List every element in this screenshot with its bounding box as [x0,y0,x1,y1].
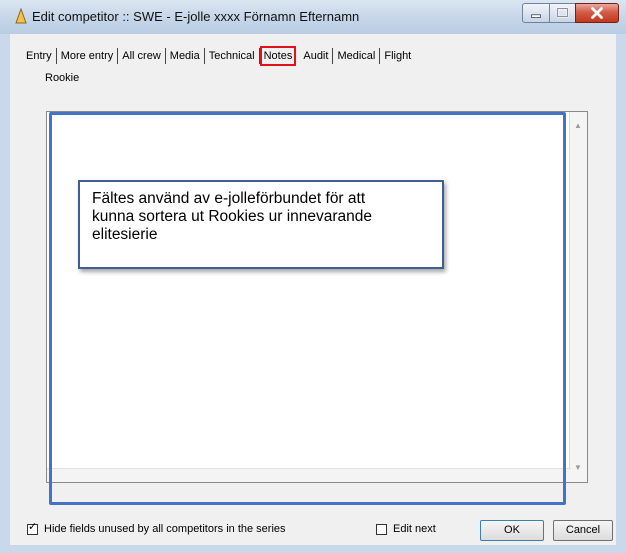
edit-competitor-window: Edit competitor :: SWE - E-jolle xxxx Fö… [0,0,626,553]
tab-medical[interactable]: Medical [333,48,381,64]
ok-button[interactable]: OK [480,520,544,541]
window-frame-bottom [0,545,626,553]
hide-fields-checkbox[interactable]: ✓ [27,521,38,535]
tab-flight[interactable]: Flight [380,48,415,64]
close-icon [591,7,603,19]
dialog-footer: ✓ Hide fields unused by all competitors … [24,520,614,542]
cancel-button[interactable]: Cancel [553,520,613,541]
title-bar[interactable]: Edit competitor :: SWE - E-jolle xxxx Fö… [0,0,626,34]
tab-more-entry[interactable]: More entry [57,48,119,64]
app-icon [15,8,27,24]
minimize-button[interactable] [522,3,550,23]
rookie-field-label: Rookie [45,72,80,84]
window-frame-right [616,34,626,553]
edit-next-checkbox[interactable] [376,524,387,535]
tab-notes[interactable]: Notes [259,46,297,66]
maximize-icon [556,7,569,18]
tab-all-crew[interactable]: All crew [118,48,166,64]
maximize-button[interactable] [549,3,576,23]
tab-media[interactable]: Media [166,48,205,64]
tab-technical[interactable]: Technical [205,48,260,64]
hide-fields-label[interactable]: Hide fields unused by all competitors in… [44,523,286,535]
checkmark-icon: ✓ [28,521,38,533]
tab-entry[interactable]: Entry [22,48,57,64]
tab-audit[interactable]: Audit [299,48,334,64]
annotation-highlight-rectangle [49,112,566,505]
memo-vertical-scrollbar[interactable]: ▲ ▼ [569,112,587,482]
tab-strip: Entry More entry All crew Media Technica… [22,46,415,66]
scroll-down-icon[interactable]: ▼ [574,464,582,472]
window-title: Edit competitor :: SWE - E-jolle xxxx Fö… [32,9,360,24]
minimize-icon [531,14,541,18]
window-frame-left [0,34,10,553]
callout-text: Fältes använd av e-jolleförbundet för at… [92,190,373,243]
scroll-up-icon[interactable]: ▲ [574,122,582,130]
edit-next-label[interactable]: Edit next [393,523,436,535]
close-button[interactable] [575,3,619,23]
annotation-callout: Fältes använd av e-jolleförbundet för at… [78,180,444,269]
